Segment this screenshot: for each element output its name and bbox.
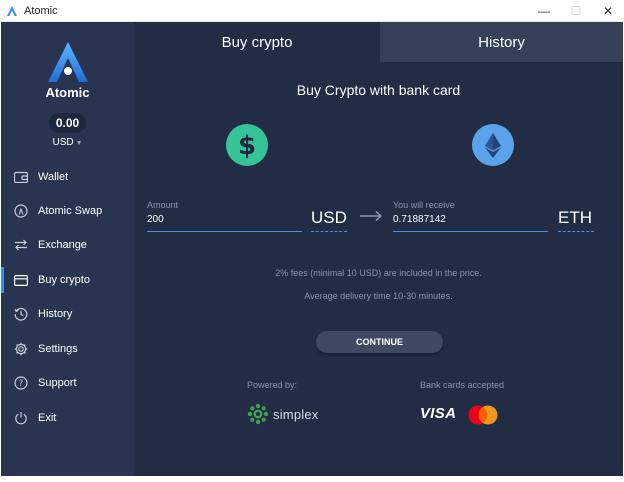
atomic-swap-icon	[13, 203, 29, 219]
provider-name: simplex	[273, 406, 319, 422]
sidebar-item-label: History	[38, 308, 73, 320]
window-title: Atomic	[24, 4, 58, 17]
usd-coin-icon: $	[226, 124, 268, 166]
page-title: Buy Crypto with bank card	[296, 82, 461, 98]
sidebar-item-label: Exit	[38, 412, 57, 424]
receive-output[interactable]: 0.71887142	[393, 214, 446, 225]
simplex-icon	[247, 403, 269, 425]
receive-currency[interactable]: ETH	[558, 208, 592, 228]
sidebar-item-support[interactable]: ? Support	[1, 367, 134, 399]
help-icon: ?	[13, 375, 29, 391]
arrow-right-icon	[360, 210, 383, 222]
power-icon	[13, 410, 29, 426]
amount-currency-underline	[311, 231, 347, 232]
currency-label: USD	[52, 137, 74, 148]
card-icon	[13, 272, 29, 288]
close-button[interactable]: ✕	[592, 0, 624, 22]
brand-name: Atomic	[45, 85, 90, 100]
amount-underline	[147, 231, 302, 232]
app-window: Atomic 0.00 USD ▼ Wallet Atomic Swap Exch…	[1, 22, 623, 476]
svg-text:$: $	[238, 131, 256, 161]
sidebar-item-wallet[interactable]: Wallet	[1, 161, 134, 193]
exchange-icon	[13, 237, 29, 253]
delivery-note: Average delivery time 10-30 minutes.	[304, 291, 453, 301]
fees-note: 2% fees (minimal 10 USD) are included in…	[275, 268, 482, 278]
simplex-logo: simplex	[247, 402, 318, 426]
wallet-icon	[13, 169, 29, 185]
chevron-down-icon: ▼	[75, 140, 83, 147]
sidebar-item-label: Exchange	[38, 239, 87, 251]
amount-input[interactable]: 200	[147, 214, 164, 225]
minimize-button[interactable]: —	[528, 0, 560, 22]
tab-history[interactable]: History	[380, 22, 623, 62]
receive-currency-underline	[558, 231, 594, 232]
atomic-logo-icon	[48, 42, 88, 82]
sidebar-item-history[interactable]: History	[1, 298, 134, 330]
eth-coin-icon	[472, 124, 514, 166]
sidebar-item-buy-crypto[interactable]: Buy crypto	[1, 264, 134, 296]
history-icon	[13, 306, 29, 322]
balance-badge: 0.00	[49, 113, 86, 133]
sidebar-item-label: Settings	[38, 343, 78, 355]
sidebar-item-label: Buy crypto	[38, 274, 90, 286]
currency-selector[interactable]: USD ▼	[1, 137, 134, 148]
cards-accepted-label: Bank cards accepted	[420, 380, 505, 390]
sidebar-item-atomic-swap[interactable]: Atomic Swap	[1, 195, 134, 227]
amount-currency[interactable]: USD	[311, 208, 347, 228]
sidebar-item-label: Wallet	[38, 171, 69, 183]
window-titlebar: Atomic — ☐ ✕	[0, 0, 624, 22]
app-logo-icon	[7, 5, 17, 16]
receive-underline	[393, 231, 548, 232]
sidebar-item-label: Atomic Swap	[38, 205, 103, 217]
svg-text:?: ?	[19, 379, 24, 389]
tab-buy-crypto[interactable]: Buy crypto	[134, 22, 380, 62]
receive-label: You will receive	[393, 200, 455, 210]
sidebar-item-exit[interactable]: Exit	[1, 402, 134, 434]
sidebar-item-label: Support	[38, 377, 77, 389]
main-panel: Buy crypto History Buy Crypto with bank …	[134, 22, 623, 476]
sidebar: Atomic 0.00 USD ▼ Wallet Atomic Swap Exch…	[1, 22, 134, 476]
mastercard-icon	[468, 405, 498, 425]
powered-by-label: Powered by:	[247, 380, 298, 390]
gear-icon	[13, 341, 29, 357]
visa-logo: VISA	[420, 405, 457, 422]
sidebar-item-exchange[interactable]: Exchange	[1, 229, 134, 261]
continue-button[interactable]: CONTINUE	[316, 331, 443, 353]
window-bottom-edge	[0, 476, 624, 482]
amount-label: Amount	[147, 200, 179, 210]
maximize-button[interactable]: ☐	[560, 0, 592, 22]
sidebar-item-settings[interactable]: Settings	[1, 333, 134, 365]
